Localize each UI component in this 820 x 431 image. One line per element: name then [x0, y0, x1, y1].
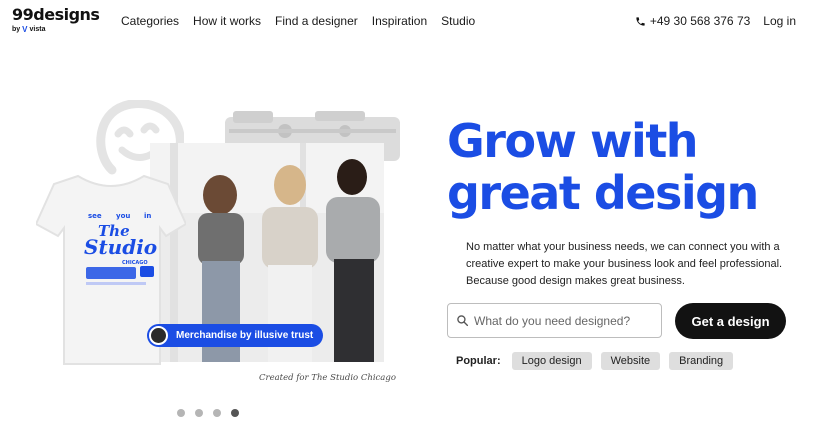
- shirt-city: CHICAGO: [122, 260, 148, 266]
- nav-item-find-designer[interactable]: Find a designer: [275, 14, 358, 28]
- header-right: +49 30 568 376 73 Log in: [635, 14, 796, 28]
- brand-subline: by V vista: [12, 25, 99, 34]
- popular-searches: Popular: Logo design Website Branding: [456, 352, 742, 370]
- phone-icon: [636, 16, 645, 26]
- shirt-word-2: you: [116, 212, 130, 220]
- popular-chip-logo-design[interactable]: Logo design: [511, 352, 592, 370]
- showcase-caption: Created for The Studio Chicago: [259, 373, 396, 383]
- popular-label: Popular:: [456, 355, 501, 367]
- hero-headline: Grow with great design: [447, 115, 807, 219]
- nav-item-inspiration[interactable]: Inspiration: [372, 14, 427, 28]
- phone-link[interactable]: +49 30 568 376 73: [635, 14, 750, 28]
- headline-line-1: Grow with: [447, 114, 699, 168]
- main-nav: Categories How it works Find a designer …: [121, 14, 489, 28]
- site-header: 99designs by V vista Categories How it w…: [0, 0, 820, 44]
- brand-sub-name: vista: [29, 26, 46, 33]
- headline-line-2: great design: [447, 166, 759, 220]
- carousel-dot[interactable]: [195, 409, 203, 417]
- phone-number: +49 30 568 376 73: [649, 14, 751, 28]
- nav-item-categories[interactable]: Categories: [121, 14, 179, 28]
- brand-wordmark: 99designs: [12, 5, 100, 24]
- get-a-design-button[interactable]: Get a design: [675, 303, 786, 339]
- carousel-dot[interactable]: [231, 409, 239, 417]
- login-link[interactable]: Log in: [763, 14, 796, 28]
- hero-subtext: No matter what your business needs, we c…: [466, 241, 783, 287]
- brand-logo[interactable]: 99designs by V vista: [12, 5, 100, 35]
- designer-avatar: [149, 326, 168, 345]
- popular-chip-branding[interactable]: Branding: [669, 352, 734, 370]
- carousel-dot[interactable]: [177, 409, 185, 417]
- merchandise-badge-label: Merchandise by illusive trust: [176, 330, 314, 341]
- carousel-dots: [177, 409, 239, 417]
- nav-item-studio[interactable]: Studio: [441, 14, 475, 28]
- design-search-box[interactable]: [447, 303, 662, 338]
- nav-item-how-it-works[interactable]: How it works: [193, 14, 261, 28]
- merchandise-badge[interactable]: Merchandise by illusive trust: [147, 324, 324, 347]
- brand-sub-prefix: by: [12, 26, 21, 33]
- vista-mark-icon: V: [22, 25, 28, 34]
- carousel-dot[interactable]: [213, 409, 221, 417]
- search-icon: [457, 315, 469, 327]
- design-search-input[interactable]: [474, 313, 654, 328]
- shirt-word-3: in: [144, 212, 151, 220]
- shirt-studio: Studio: [84, 235, 157, 259]
- shirt-word-1: see: [88, 212, 102, 220]
- popular-chip-website[interactable]: Website: [600, 352, 661, 370]
